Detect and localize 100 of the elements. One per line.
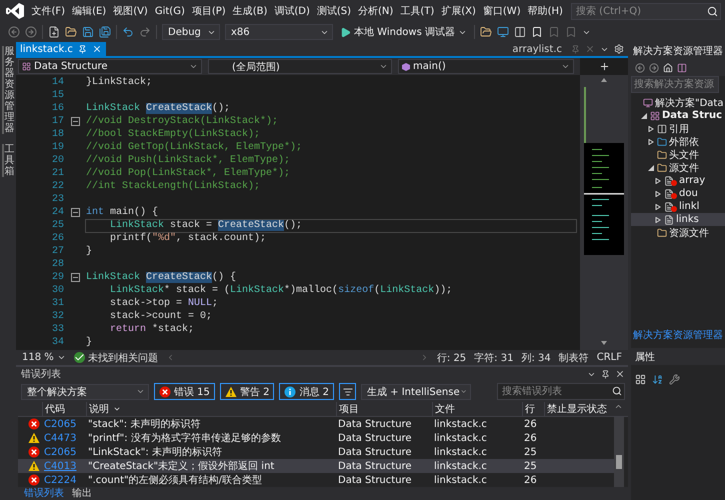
save-icon[interactable] <box>82 26 94 38</box>
menu-item[interactable]: 帮助(H) <box>524 4 566 18</box>
collapsed-arrow-icon[interactable] <box>648 126 654 132</box>
redo-icon[interactable] <box>139 26 151 38</box>
filter-button[interactable]: 消息 2 <box>279 383 334 400</box>
filter-button[interactable]: 警告 2 <box>220 383 274 400</box>
configuration-dropdown[interactable]: Debug <box>162 24 220 40</box>
menu-item[interactable]: 文件(F) <box>28 4 69 18</box>
column-header[interactable]: 代码 <box>42 402 86 416</box>
error-code-link[interactable]: C4473 <box>42 431 86 445</box>
save-all-icon[interactable] <box>99 26 111 38</box>
panel-tab[interactable]: 输出 <box>70 486 94 500</box>
pin-icon[interactable] <box>601 370 610 378</box>
logo-icon[interactable] <box>6 3 24 19</box>
undo-icon[interactable] <box>122 26 134 38</box>
tree-item[interactable]: 解决方案"Data <box>631 96 725 109</box>
columns-icon[interactable] <box>514 26 526 38</box>
column-header[interactable]: 禁止显示状态 <box>544 402 614 416</box>
column-header[interactable]: 行 <box>522 402 544 416</box>
menu-item[interactable]: 窗口(W) <box>479 4 524 18</box>
folder-icon[interactable] <box>65 26 77 38</box>
scope-dropdown[interactable]: 整个解决方案 <box>21 384 149 400</box>
document-tab[interactable]: linkstack.c <box>16 42 106 56</box>
panel-tab[interactable]: 错误列表 <box>22 486 66 500</box>
sort-alphabetical-icon[interactable] <box>652 374 663 384</box>
zoom-dropdown[interactable]: 118 % <box>22 352 66 364</box>
play-icon[interactable] <box>340 26 351 38</box>
clear-filter-button[interactable] <box>339 383 356 400</box>
tree-item[interactable]: array <box>631 174 725 187</box>
new-file-icon[interactable] <box>48 26 60 38</box>
run-button[interactable]: 本地 Windows 调试器 <box>338 25 469 39</box>
menu-item[interactable]: 扩展(X) <box>438 4 480 18</box>
issues-status[interactable]: 未找到相关问题 <box>88 350 158 365</box>
filter-button[interactable]: 错误 15 <box>154 383 215 400</box>
expanded-arrow-icon[interactable] <box>648 164 654 170</box>
navigation-dropdown[interactable]: Data Structure <box>18 59 202 74</box>
close-icon[interactable] <box>615 369 625 379</box>
search-icon[interactable] <box>612 386 622 396</box>
error-code-link[interactable]: C2065 <box>42 417 86 431</box>
close-icon[interactable] <box>92 44 102 54</box>
menu-item[interactable]: 分析(N) <box>354 4 397 18</box>
forward-icon[interactable] <box>649 62 659 72</box>
document-tab[interactable]: arraylist.c <box>508 44 566 55</box>
source-dropdown[interactable]: 生成 + IntelliSense <box>361 384 471 400</box>
categorized-icon[interactable] <box>635 374 646 384</box>
pin-icon[interactable] <box>78 44 87 54</box>
scroll-up-icon[interactable] <box>614 402 623 411</box>
menu-item[interactable]: 项目(P) <box>188 4 230 18</box>
tree-item[interactable]: 资源文件 <box>631 226 725 239</box>
collapsed-arrow-icon[interactable] <box>655 178 661 184</box>
expanded-arrow-icon[interactable] <box>641 112 647 118</box>
menu-item[interactable]: 生成(B) <box>229 4 271 18</box>
menu-item[interactable]: 测试(S) <box>313 4 355 18</box>
menu-item[interactable]: 编辑(E) <box>68 4 110 18</box>
filter-icon[interactable] <box>342 386 352 396</box>
collapsed-arrow-icon[interactable] <box>648 138 654 144</box>
search-field[interactable]: 搜索错误列表 <box>497 383 625 400</box>
collapse-icon[interactable] <box>70 117 80 126</box>
tree-item[interactable]: dou <box>631 187 725 200</box>
navigation-dropdown[interactable]: (全局范围) <box>208 59 392 74</box>
settings-icon[interactable] <box>614 44 624 54</box>
menu-item[interactable]: Git(G) <box>151 6 188 16</box>
caret-icon[interactable] <box>136 387 145 396</box>
search-field[interactable]: 搜索 (Ctrl+Q) <box>571 2 721 20</box>
menu-item[interactable]: 视图(V) <box>110 4 152 18</box>
collapsed-arrow-icon[interactable] <box>655 216 661 222</box>
wrench-icon[interactable] <box>669 374 680 384</box>
explorer-tab-link[interactable]: 解决方案资源管理器 <box>631 328 725 342</box>
search-icon[interactable] <box>707 6 718 16</box>
collapsed-arrow-icon[interactable] <box>655 190 661 196</box>
back-icon[interactable] <box>8 26 20 38</box>
platform-dropdown[interactable]: x86 <box>225 24 333 40</box>
bookmark-icon[interactable] <box>531 26 543 38</box>
tree-item[interactable]: Data Struc <box>631 109 725 122</box>
tree-item[interactable]: 外部依 <box>631 135 725 148</box>
menu-item[interactable]: 工具(T) <box>396 4 438 18</box>
menu-item[interactable]: 调试(D) <box>270 4 314 18</box>
back-icon[interactable] <box>635 62 645 72</box>
switch-view-icon[interactable] <box>677 62 687 72</box>
sort-icon[interactable] <box>113 405 121 413</box>
error-code-link[interactable]: C2224 <box>42 473 86 487</box>
scrollbar[interactable] <box>614 417 624 487</box>
tree-item[interactable]: 引用 <box>631 122 725 135</box>
forward-icon[interactable] <box>25 26 37 38</box>
tree-item[interactable]: linkl <box>631 200 725 213</box>
collapse-icon[interactable] <box>70 208 80 218</box>
monitor-icon[interactable] <box>497 26 509 38</box>
error-code-link[interactable]: C2065 <box>42 445 86 459</box>
collapse-icon[interactable] <box>70 273 80 282</box>
collapsed-arrow-icon[interactable] <box>655 204 661 210</box>
column-header[interactable]: 项目 <box>336 402 432 416</box>
navigation-dropdown[interactable]: main() <box>398 59 574 74</box>
minimap-drawing[interactable] <box>580 75 628 350</box>
column-header[interactable]: 文件 <box>432 402 522 416</box>
tree-item[interactable]: links <box>631 213 725 226</box>
home-icon[interactable] <box>663 62 673 72</box>
tree-item[interactable]: 源文件 <box>631 161 725 174</box>
row-icon-cell[interactable] <box>18 459 42 473</box>
tree-item[interactable]: 头文件 <box>631 148 725 161</box>
column-header[interactable]: 说明 <box>86 402 336 416</box>
